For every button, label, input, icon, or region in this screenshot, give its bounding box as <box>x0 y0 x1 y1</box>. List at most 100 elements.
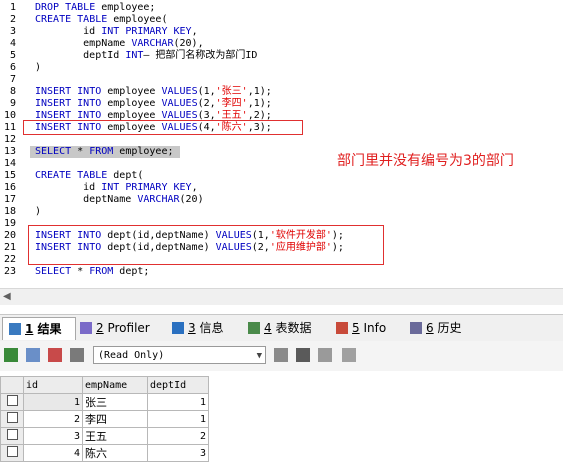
line-number: 12 <box>3 134 16 145</box>
table-cell[interactable]: 2 <box>23 410 83 428</box>
tab-info[interactable]: 5 Info <box>330 317 402 339</box>
table-row[interactable]: 4 陈六 3 <box>0 444 209 462</box>
table-cell[interactable]: 1 <box>147 393 209 411</box>
line-number: 22 <box>3 254 16 265</box>
tab-信息[interactable]: 3 信息 <box>166 317 240 339</box>
table-cell[interactable]: 1 <box>23 393 83 411</box>
tab-label: 历史 <box>437 321 462 335</box>
code-line[interactable]: deptName VARCHAR(20) <box>35 194 203 206</box>
code-line[interactable]: INSERT INTO employee VALUES(1,'张三',1); <box>35 86 272 98</box>
line-number: 9 <box>9 98 16 109</box>
column-header-empname[interactable]: empName <box>82 376 148 394</box>
tab-结果[interactable]: 1 结果 <box>2 317 76 340</box>
annotation-text: 部门里并没有编号为3的部门 <box>337 153 514 169</box>
table-row[interactable]: 3 王五 2 <box>0 427 209 445</box>
code-line[interactable]: deptId INT— 把部门名称改为部门ID <box>35 50 257 62</box>
line-number: 23 <box>3 266 16 277</box>
tab-历史[interactable]: 6 历史 <box>404 317 476 339</box>
table-cell[interactable]: 陈六 <box>82 444 148 462</box>
table-row[interactable]: 2 李四 1 <box>0 410 209 428</box>
line-number: 13 <box>3 146 16 157</box>
filter-icon[interactable] <box>342 348 356 362</box>
table-cell[interactable]: 王五 <box>82 427 148 445</box>
line-number: 20 <box>3 230 16 241</box>
tab-profiler[interactable]: 2 Profiler <box>74 317 164 339</box>
sql-editor[interactable]: 1 2 3 4 5 6 7 8 9 10 11 12 13 14 15 16 17 18 19 20 21 22 23 DR… <box>0 0 563 287</box>
tab-label: 信息 <box>199 321 224 335</box>
info-chart-icon <box>336 322 348 334</box>
line-number: 17 <box>3 194 16 205</box>
code-line[interactable]: INSERT INTO employee VALUES(4,'陈六',3); <box>35 122 272 134</box>
line-number: 18 <box>3 206 16 217</box>
code-line[interactable]: INSERT INTO employee VALUES(3,'王五',2); <box>35 110 272 122</box>
table-cell[interactable]: 李四 <box>82 410 148 428</box>
line-number: 2 <box>9 14 16 25</box>
line-number: 8 <box>9 86 16 97</box>
result-grid-icon <box>9 323 21 335</box>
add-row-icon[interactable] <box>4 348 18 362</box>
grid-header-row: id empName deptId <box>0 376 209 394</box>
info-icon <box>172 322 184 334</box>
table-cell[interactable]: 3 <box>147 444 209 462</box>
table-cell[interactable]: 张三 <box>82 393 148 411</box>
duplicate-row-icon[interactable] <box>26 348 40 362</box>
code-line[interactable]: empName VARCHAR(20), <box>35 38 203 50</box>
code-line[interactable]: CREATE TABLE employee( <box>35 14 167 26</box>
row-checkbox-cell[interactable] <box>0 444 24 462</box>
result-grid[interactable]: id empName deptId 1 张三 1 2 李四 1 3 王五 2 4 陈六 3 <box>0 374 563 473</box>
result-tabs: 1 结果 2 Profiler 3 信息 4 表数据 5 Info 6 历史 <box>0 314 563 342</box>
refresh-icon[interactable] <box>318 348 332 362</box>
code-line[interactable]: INSERT INTO employee VALUES(2,'李四',1); <box>35 98 272 110</box>
table-cell[interactable]: 3 <box>23 427 83 445</box>
table-cell[interactable]: 1 <box>147 410 209 428</box>
tab-表数据[interactable]: 4 表数据 <box>242 317 328 339</box>
code-area[interactable]: DROP TABLE employee; CREATE TABLE employe… <box>30 0 563 287</box>
code-line[interactable]: id INT PRIMARY KEY, <box>35 182 197 194</box>
code-line[interactable]: DROP TABLE employee; <box>35 2 155 14</box>
row-checkbox[interactable] <box>6 446 18 457</box>
tab-label: Info <box>363 321 387 335</box>
table-data-icon <box>248 322 260 334</box>
line-number: 4 <box>9 38 16 49</box>
code-line[interactable]: INSERT INTO dept(id,deptName) VALUES(1,'… <box>35 230 344 242</box>
code-line[interactable]: SELECT * FROM employee; <box>35 146 174 158</box>
code-line[interactable]: CREATE TABLE dept( <box>35 170 143 182</box>
code-line[interactable]: ) <box>35 62 41 74</box>
save-icon[interactable] <box>274 348 288 362</box>
table-cell[interactable]: 2 <box>147 427 209 445</box>
line-number-gutter: 1 2 3 4 5 6 7 8 9 10 11 12 13 14 15 16 17 18 19 20 21 22 23 <box>0 0 30 287</box>
chevron-down-icon[interactable]: ▼ <box>257 347 262 365</box>
horizontal-scrollbar[interactable]: ◀ <box>0 288 563 305</box>
code-line[interactable]: id INT PRIMARY KEY, <box>35 26 197 38</box>
tab-label: 结果 <box>37 322 62 336</box>
tab-number: 4 <box>264 321 272 335</box>
scroll-left-icon[interactable]: ◀ <box>3 291 11 302</box>
table-row[interactable]: 1 张三 1 <box>0 393 209 411</box>
column-header-deptid[interactable]: deptId <box>147 376 209 394</box>
grid-options-icon[interactable] <box>70 348 84 362</box>
mode-select[interactable]: (Read Only) ▼ <box>93 346 266 364</box>
code-line[interactable]: ) <box>35 206 41 218</box>
line-number: 3 <box>9 26 16 37</box>
tab-label: 表数据 <box>275 321 312 335</box>
code-line[interactable]: SELECT * FROM dept; <box>35 266 149 278</box>
column-header-id[interactable]: id <box>23 376 83 394</box>
result-toolbar <box>0 341 563 371</box>
row-checkbox[interactable] <box>6 395 18 406</box>
line-number: 21 <box>3 242 16 253</box>
row-checkbox-cell[interactable] <box>0 427 24 445</box>
row-checkbox[interactable] <box>6 412 18 423</box>
line-number: 6 <box>9 62 16 73</box>
delete-row-icon[interactable] <box>48 348 62 362</box>
table-cell[interactable]: 4 <box>23 444 83 462</box>
row-checkbox-cell[interactable] <box>0 393 24 411</box>
line-number: 5 <box>9 50 16 61</box>
line-number: 10 <box>3 110 16 121</box>
grid-corner <box>0 376 24 394</box>
export-icon[interactable] <box>296 348 310 362</box>
row-checkbox[interactable] <box>6 429 18 440</box>
row-checkbox-cell[interactable] <box>0 410 24 428</box>
code-line[interactable]: INSERT INTO dept(id,deptName) VALUES(2,'… <box>35 242 344 254</box>
line-number: 14 <box>3 158 16 169</box>
tab-number: 2 <box>96 321 104 335</box>
